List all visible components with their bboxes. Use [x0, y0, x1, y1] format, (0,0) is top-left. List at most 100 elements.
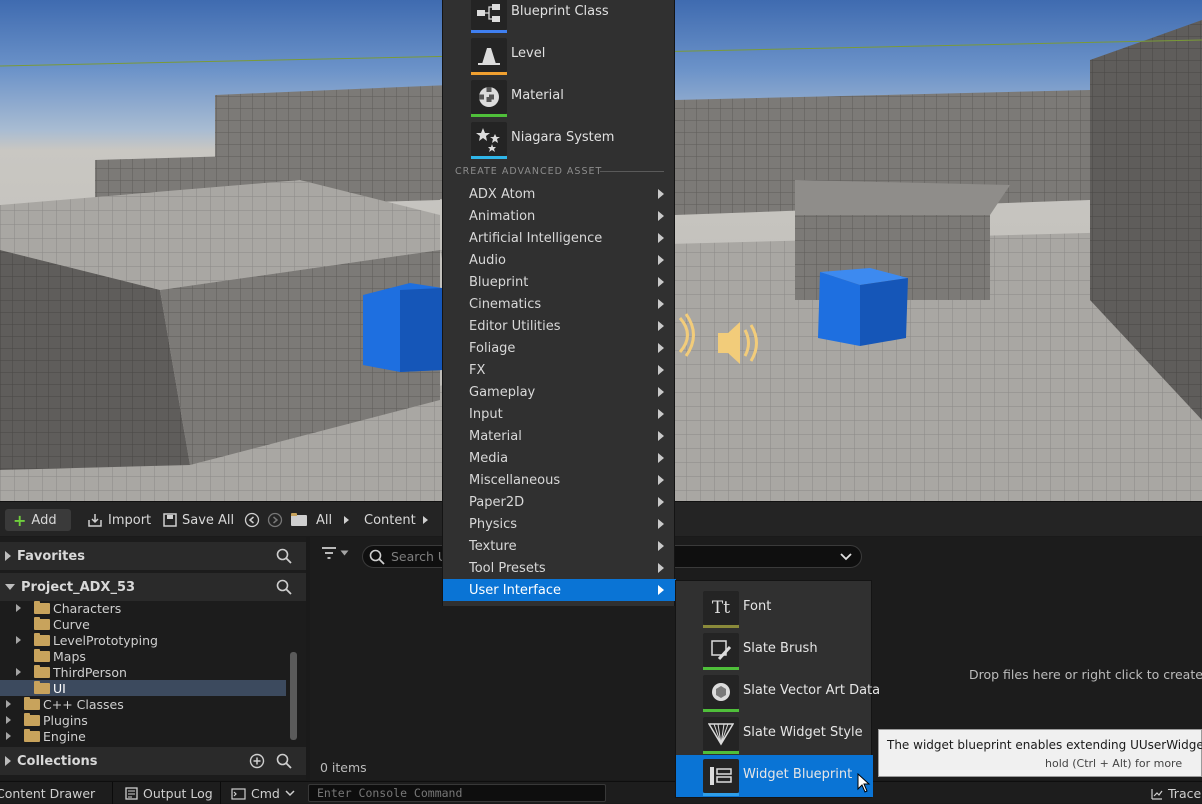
mouse-cursor-icon: [857, 773, 871, 793]
items-count: 0 items: [320, 760, 367, 775]
menu-item-blueprint[interactable]: Blueprint: [443, 271, 676, 293]
filter-button[interactable]: [322, 547, 349, 559]
menu-item-input[interactable]: Input: [443, 403, 676, 425]
menu-item-user-interface[interactable]: User Interface: [443, 579, 676, 601]
tooltip-text: The widget blueprint enables extending U…: [887, 738, 1202, 752]
submenu-item-label: Slate Brush: [743, 641, 818, 656]
expand-arrow-icon[interactable]: [16, 604, 21, 612]
trace-button[interactable]: Trace: [1151, 786, 1201, 801]
asset-color-bar: [703, 751, 739, 754]
output-log-icon: [125, 787, 138, 800]
chevron-right-icon: [658, 453, 664, 463]
cmd-dropdown[interactable]: Cmd: [231, 786, 295, 801]
add-collection-icon[interactable]: [249, 753, 265, 769]
menu-item-label: Miscellaneous: [469, 472, 561, 488]
tree-item-maps[interactable]: Maps: [0, 648, 286, 664]
chevron-right-icon: [658, 321, 664, 331]
menu-item-blueprint-class[interactable]: Blueprint Class: [443, 0, 676, 34]
trace-icon: [1151, 788, 1163, 800]
chevron-right-icon: [658, 585, 664, 595]
menu-item-media[interactable]: Media: [443, 447, 676, 469]
menu-item-level[interactable]: Level: [443, 34, 676, 76]
menu-item-adx-atom[interactable]: ADX Atom: [443, 183, 676, 205]
chevron-right-icon: [658, 563, 664, 573]
menu-item-label: Paper2D: [469, 494, 525, 510]
menu-item-fx[interactable]: FX: [443, 359, 676, 381]
browse-folder-button[interactable]: [291, 509, 310, 531]
expand-arrow-icon[interactable]: [6, 732, 11, 740]
search-icon[interactable]: [276, 548, 292, 564]
collections-header[interactable]: Collections: [0, 747, 306, 775]
chevron-right-icon: [658, 365, 664, 375]
favorites-header[interactable]: Favorites: [0, 542, 306, 570]
tree-item-cpp-classes[interactable]: C++ Classes: [0, 696, 286, 712]
breadcrumb-content[interactable]: Content: [364, 509, 416, 531]
menu-item-animation[interactable]: Animation: [443, 205, 676, 227]
expand-arrow-icon[interactable]: [16, 668, 21, 676]
menu-item-foliage[interactable]: Foliage: [443, 337, 676, 359]
menu-item-label: Blueprint Class: [511, 4, 609, 19]
submenu-item-slate-brush[interactable]: Slate Brush: [676, 629, 873, 671]
slate-widget-style-icon: [703, 717, 739, 751]
tree-item-thirdperson[interactable]: ThirdPerson: [0, 664, 286, 680]
output-log-button[interactable]: Output Log: [125, 786, 213, 801]
menu-item-paper2d[interactable]: Paper2D: [443, 491, 676, 513]
console-placeholder: Enter Console Command: [317, 786, 463, 800]
menu-item-tool-presets[interactable]: Tool Presets: [443, 557, 676, 579]
asset-color-bar: [471, 114, 507, 117]
project-header[interactable]: Project_ADX_53: [0, 573, 306, 601]
menu-item-gameplay[interactable]: Gameplay: [443, 381, 676, 403]
asset-color-bar: [703, 625, 739, 628]
tree-item-ui[interactable]: UI: [0, 680, 286, 696]
submenu-item-font[interactable]: Tt Font: [676, 587, 873, 629]
search-icon[interactable]: [276, 579, 292, 595]
save-all-button[interactable]: Save All: [163, 509, 234, 531]
history-back-button[interactable]: [244, 509, 260, 531]
expand-arrow-icon[interactable]: [6, 716, 11, 724]
breadcrumb-all[interactable]: All: [316, 509, 332, 531]
history-forward-button[interactable]: [267, 509, 283, 531]
tree-item-label: Curve: [53, 616, 90, 632]
console-input[interactable]: Enter Console Command: [308, 784, 606, 802]
submenu-item-slate-widget-style[interactable]: Slate Widget Style: [676, 713, 873, 755]
content-drawer-button[interactable]: Content Drawer: [0, 786, 95, 801]
status-bar: Content Drawer Output Log Cmd Enter Cons…: [0, 781, 1202, 804]
menu-item-material[interactable]: Material: [443, 76, 676, 118]
import-button[interactable]: Import: [87, 509, 151, 531]
submenu-item-label: Slate Vector Art Data: [743, 683, 881, 698]
breadcrumb-separator-icon: [344, 509, 349, 531]
advanced-section-title: CREATE ADVANCED ASSET: [455, 166, 603, 177]
submenu-item-widget-blueprint[interactable]: Widget Blueprint: [676, 755, 873, 797]
import-label: Import: [108, 512, 152, 528]
tree-scrollbar[interactable]: [290, 652, 297, 740]
add-button[interactable]: + Add: [5, 509, 71, 531]
tree-item-levelprototyping[interactable]: LevelPrototyping: [0, 632, 286, 648]
tree-item-curve[interactable]: Curve: [0, 616, 286, 632]
menu-item-label: Gameplay: [469, 384, 536, 400]
menu-item-physics[interactable]: Physics: [443, 513, 676, 535]
breadcrumb-all-label: All: [316, 512, 333, 528]
menu-item-label: Niagara System: [511, 130, 615, 145]
expand-arrow-icon[interactable]: [6, 700, 11, 708]
menu-item-cinematics[interactable]: Cinematics: [443, 293, 676, 315]
submenu-item-slate-vector-art-data[interactable]: Slate Vector Art Data: [676, 671, 880, 713]
tree-item-engine[interactable]: Engine: [0, 728, 286, 744]
tree-item-plugins[interactable]: Plugins: [0, 712, 286, 728]
menu-item-niagara-system[interactable]: Niagara System: [443, 118, 676, 160]
folder-icon: [34, 664, 50, 678]
expand-arrow-icon[interactable]: [16, 636, 21, 644]
menu-item-texture[interactable]: Texture: [443, 535, 676, 557]
search-icon[interactable]: [276, 753, 292, 769]
divider: [112, 782, 113, 804]
menu-item-miscellaneous[interactable]: Miscellaneous: [443, 469, 676, 491]
asset-color-bar: [703, 667, 739, 670]
menu-item-editor-utilities[interactable]: Editor Utilities: [443, 315, 676, 337]
chevron-down-icon[interactable]: [840, 553, 852, 561]
menu-item-audio[interactable]: Audio: [443, 249, 676, 271]
folder-icon: [34, 632, 50, 646]
tree-item-characters[interactable]: Characters: [0, 600, 286, 616]
drop-hint: Drop files here or right click to create…: [969, 667, 1202, 682]
menu-item-material-category[interactable]: Material: [443, 425, 676, 447]
user-interface-submenu: Tt Font Slate Brush Slate Vector Art Dat…: [675, 580, 880, 798]
menu-item-artificial-intelligence[interactable]: Artificial Intelligence: [443, 227, 676, 249]
